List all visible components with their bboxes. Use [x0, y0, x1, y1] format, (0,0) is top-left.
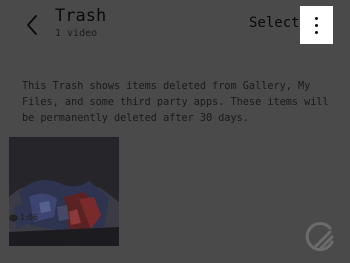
- video-duration: 1:06: [20, 213, 38, 222]
- video-thumbnail[interactable]: [9, 137, 119, 246]
- trash-screen: Trash 1 video Select This Trash shows it…: [0, 0, 350, 263]
- back-arrow-icon: [27, 15, 37, 35]
- more-vertical-icon: [315, 17, 318, 20]
- logo-watermark-icon: [305, 222, 334, 252]
- days-remaining: 14 days: [43, 233, 81, 243]
- more-options-button[interactable]: [300, 6, 333, 44]
- item-count: 1 video: [55, 28, 98, 39]
- page-title: Trash: [55, 6, 107, 26]
- select-button[interactable]: Select: [249, 15, 300, 31]
- back-button[interactable]: [22, 12, 44, 38]
- video-preview-image: [9, 137, 119, 246]
- trash-notice: This Trash shows items deleted from Gall…: [22, 81, 329, 124]
- more-vertical-icon-dot: [315, 31, 318, 34]
- more-vertical-icon-dot: [315, 24, 318, 27]
- video-play-icon: [9, 214, 18, 222]
